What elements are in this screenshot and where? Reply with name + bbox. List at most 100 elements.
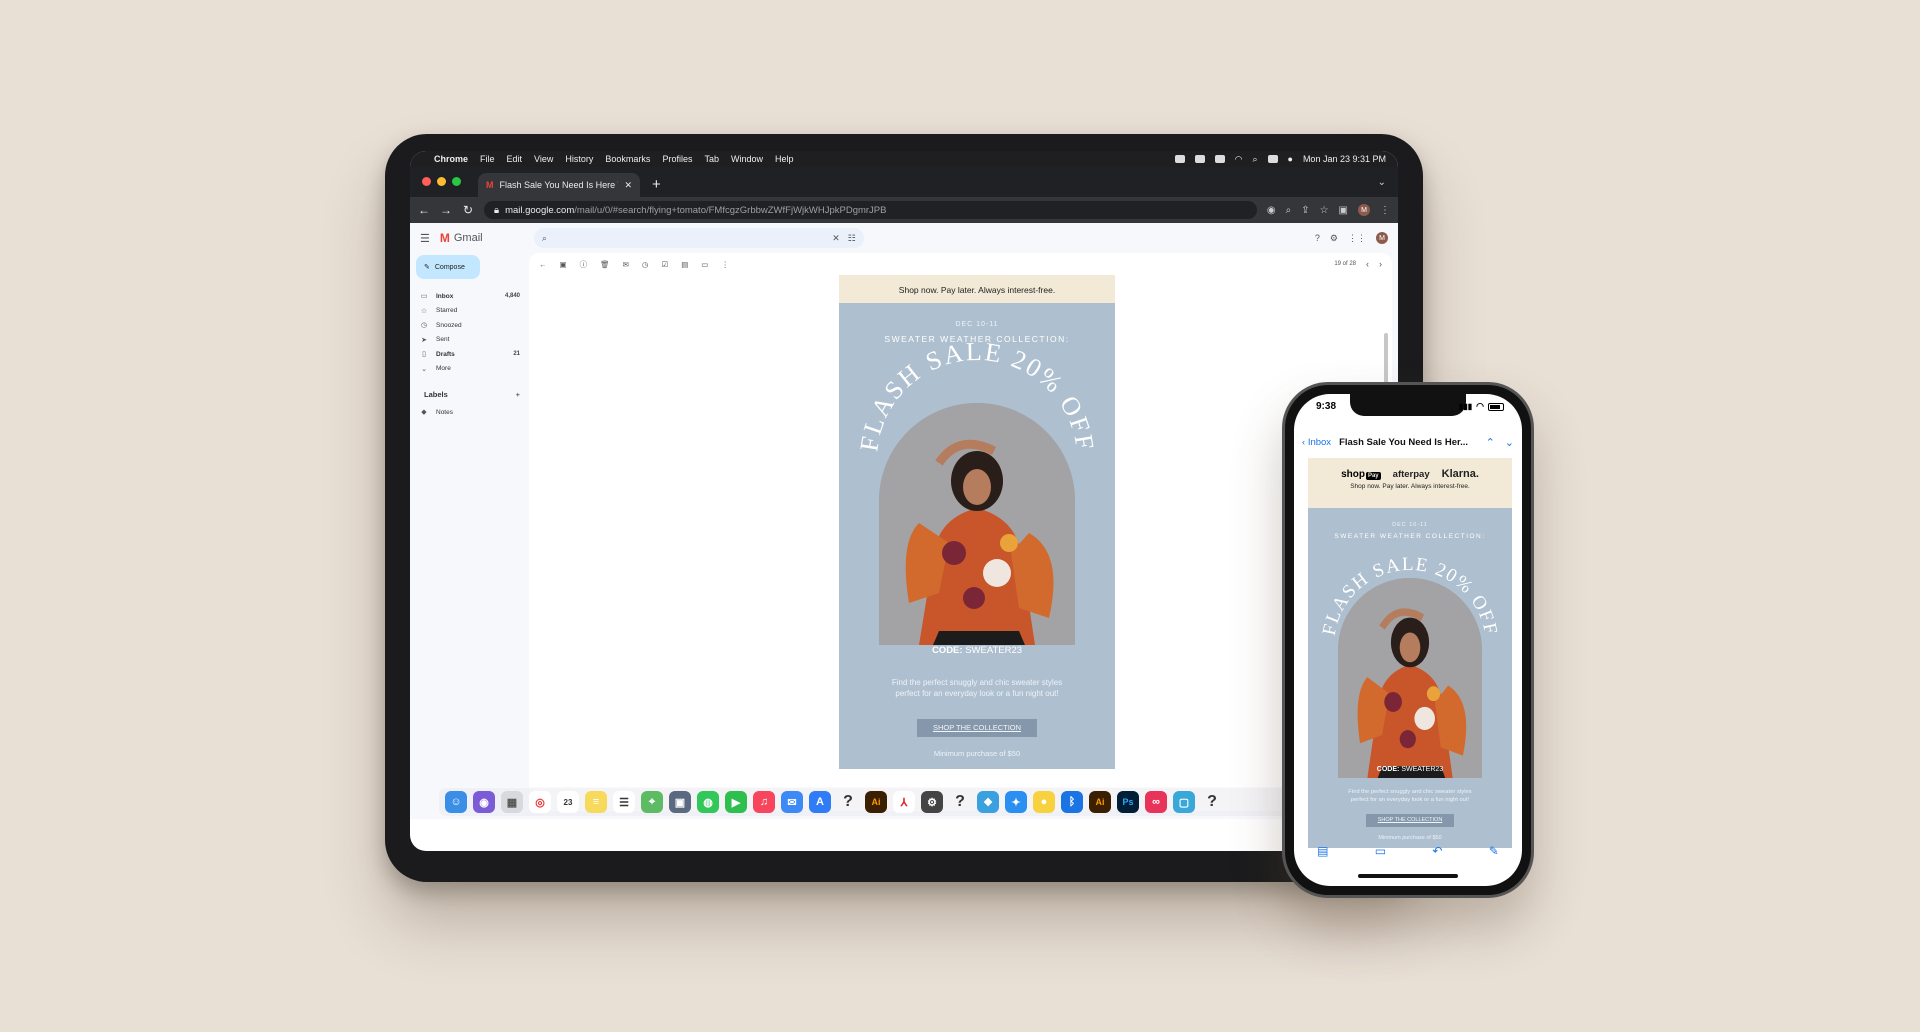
wifi-icon[interactable]: ◠ — [1235, 154, 1243, 165]
forward-arrow-icon[interactable]: → — [440, 203, 452, 217]
address-bar[interactable]: 🔒︎ mail.google.com/mail/u/0/#search/flyi… — [484, 201, 1257, 219]
zoom-icon[interactable]: ⌕ — [1286, 205, 1292, 216]
facetime-icon[interactable]: ▶ — [725, 791, 747, 813]
reload-icon[interactable]: ↻ — [462, 203, 474, 217]
finder-icon[interactable]: ☺ — [445, 791, 467, 813]
minimize-window-button[interactable] — [437, 177, 446, 186]
sidebar-item-inbox[interactable]: ▭ Inbox 4,840 — [414, 289, 526, 304]
close-window-button[interactable] — [422, 177, 431, 186]
menu-edit[interactable]: Edit — [507, 154, 523, 164]
menu-help[interactable]: Help — [775, 154, 794, 164]
chevron-up-icon[interactable]: ⌃ — [1486, 436, 1495, 449]
chrome-icon[interactable]: ◎ — [529, 791, 551, 813]
profile-avatar[interactable]: M — [1358, 204, 1370, 216]
clear-search-icon[interactable]: ✕ — [832, 233, 840, 244]
control-center-icon[interactable] — [1267, 155, 1278, 163]
shop-collection-button[interactable]: SHOP THE COLLECTION — [917, 719, 1037, 737]
add-label-icon[interactable]: + — [516, 390, 520, 399]
delete-icon[interactable]: 🗑︎ — [600, 260, 610, 269]
sidebar-item-starred[interactable]: ☆ Starred — [414, 304, 526, 319]
spotlight-search-icon[interactable]: ⌕ — [1252, 154, 1257, 165]
search-options-icon[interactable]: ☷ — [848, 233, 856, 244]
photoshop-icon[interactable]: Ps — [1117, 791, 1139, 813]
new-tab-button[interactable]: + — [652, 176, 661, 193]
report-spam-icon[interactable]: ⓘ — [580, 259, 588, 270]
compose-icon[interactable]: ✎ — [1489, 844, 1499, 858]
maps-icon[interactable]: ⌖ — [641, 791, 663, 813]
snooze-icon[interactable]: ◷ — [642, 260, 649, 269]
tab-search-chevron-icon[interactable]: ⌄ — [1378, 177, 1386, 188]
more-options-icon[interactable]: ⋮ — [721, 260, 729, 269]
compose-button[interactable]: ✎ Compose — [416, 255, 480, 279]
menu-profiles[interactable]: Profiles — [662, 154, 692, 164]
illustrator-icon[interactable]: Ai — [865, 791, 887, 813]
menu-tab[interactable]: Tab — [704, 154, 719, 164]
menu-history[interactable]: History — [565, 154, 593, 164]
menu-file[interactable]: File — [480, 154, 495, 164]
kebab-menu-icon[interactable]: ⋮ — [1380, 205, 1390, 216]
unknown-app-icon-3[interactable]: ? — [1201, 791, 1223, 813]
sidebar-item-more[interactable]: ⌄ More — [414, 362, 526, 377]
zoom-window-button[interactable] — [452, 177, 461, 186]
add-task-icon[interactable]: ☑ — [661, 260, 668, 269]
bookmark-star-icon[interactable]: ☆ — [1320, 205, 1329, 216]
gmail-menubar-icon[interactable] — [1194, 155, 1205, 163]
app-store-icon[interactable]: A — [809, 791, 831, 813]
illustrator-icon-2[interactable]: Ai — [1089, 791, 1111, 813]
acrobat-icon[interactable]: ⅄ — [893, 791, 915, 813]
menu-window[interactable]: Window — [731, 154, 763, 164]
screenshot-folder-icon[interactable]: ▢ — [1173, 791, 1195, 813]
back-arrow-icon[interactable]: ← — [418, 203, 430, 217]
home-indicator[interactable] — [1358, 874, 1458, 878]
cyberduck-icon[interactable]: ● — [1033, 791, 1055, 813]
search-mail-input[interactable]: ⌕ ✕ ☷ — [533, 228, 864, 248]
preview-icon[interactable]: ▣ — [669, 791, 691, 813]
menubar-clock[interactable]: Mon Jan 23 9:31 PM — [1303, 154, 1386, 164]
archive-icon[interactable]: ▣ — [560, 260, 567, 269]
safari-icon[interactable]: ✦ — [1005, 791, 1027, 813]
calendar-icon[interactable]: 23 — [557, 791, 579, 813]
shop-collection-button[interactable]: SHOP THE COLLECTION — [1366, 814, 1454, 827]
chevron-down-icon[interactable]: ⌄ — [1505, 436, 1514, 449]
close-tab-icon[interactable]: ✕ — [624, 180, 632, 191]
help-icon[interactable]: ? — [1315, 233, 1320, 243]
sidebar-item-sent[interactable]: ➤ Sent — [414, 333, 526, 348]
main-menu-icon[interactable]: ☰ — [420, 232, 430, 245]
reply-icon[interactable]: ↶ — [1432, 844, 1442, 858]
search-icon[interactable]: ⌕ — [542, 233, 547, 244]
dropbox-icon[interactable]: ❖ — [977, 791, 999, 813]
creative-cloud-dock-icon[interactable]: ∞ — [1145, 791, 1167, 813]
menu-bookmarks[interactable]: Bookmarks — [605, 154, 650, 164]
battery-icon[interactable] — [1214, 155, 1225, 163]
messages-icon[interactable]: ◍ — [697, 791, 719, 813]
move-to-icon[interactable]: ▤ — [681, 260, 688, 269]
menu-chrome[interactable]: Chrome — [434, 154, 468, 164]
sidebar-item-drafts[interactable]: ▯ Drafts 21 — [414, 347, 526, 362]
sidebar-item-snoozed[interactable]: ◷ Snoozed — [414, 318, 526, 333]
newer-chevron-icon[interactable]: ‹ — [1366, 259, 1369, 269]
share-icon[interactable]: ⇪ — [1301, 205, 1309, 216]
menu-view[interactable]: View — [534, 154, 553, 164]
gmail-logo[interactable]: M Gmail — [440, 231, 524, 245]
archive-icon[interactable]: ▤ — [1317, 844, 1328, 858]
mail-icon[interactable]: ✉ — [781, 791, 803, 813]
eye-icon[interactable]: ◉ — [1267, 205, 1276, 216]
browser-tab-active[interactable]: M Flash Sale You Need Is Here W ✕ — [478, 173, 640, 197]
account-avatar[interactable]: M — [1376, 232, 1388, 244]
folder-icon[interactable]: ▭ — [1375, 844, 1386, 858]
settings-gear-icon[interactable]: ⚙ — [1330, 233, 1338, 244]
unknown-app-icon-2[interactable]: ? — [949, 791, 971, 813]
siri-dock-icon[interactable]: ◉ — [473, 791, 495, 813]
music-icon[interactable]: ♫ — [753, 791, 775, 813]
system-preferences-icon[interactable]: ⚙ — [921, 791, 943, 813]
siri-icon[interactable]: ● — [1288, 154, 1293, 164]
reminders-icon[interactable]: ☰ — [613, 791, 635, 813]
creative-cloud-icon[interactable] — [1174, 155, 1185, 163]
sidepanel-icon[interactable]: ▣ — [1339, 205, 1348, 216]
launchpad-icon[interactable]: ▦ — [501, 791, 523, 813]
sidebar-label-notes[interactable]: ◆ Notes — [414, 405, 526, 420]
back-to-inbox-button[interactable]: ‹ Inbox — [1302, 437, 1331, 448]
notes-icon[interactable]: ≡ — [585, 791, 607, 813]
older-chevron-icon[interactable]: › — [1379, 259, 1382, 269]
label-icon[interactable]: ▭ — [701, 260, 708, 269]
